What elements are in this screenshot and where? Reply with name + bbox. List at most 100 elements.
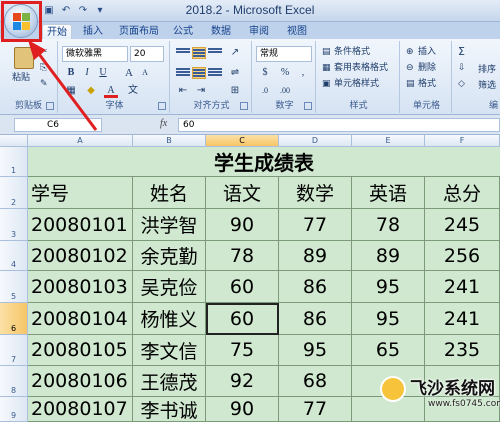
italic-button[interactable]: I [80,66,94,80]
data-cell[interactable]: 77 [279,209,352,241]
data-cell[interactable]: 余克勤 [133,241,206,271]
data-cell[interactable]: 20080105 [28,335,133,366]
header-cell[interactable]: 姓名 [133,177,206,209]
data-cell[interactable]: 245 [425,209,500,241]
currency-icon[interactable]: $ [258,66,272,80]
conditional-format-button[interactable]: 条件格式 [334,45,370,59]
align-top-icon[interactable] [176,47,190,59]
delete-cells-button[interactable]: 删除 [418,61,436,75]
data-cell[interactable]: 李文信 [133,335,206,366]
data-cell[interactable]: 86 [279,271,352,303]
data-cell[interactable]: 吴克俭 [133,271,206,303]
fill-color-icon[interactable]: ◆ [84,84,98,98]
header-cell[interactable]: 数学 [279,177,352,209]
row-header-selected[interactable]: 6 [0,303,28,335]
decrease-indent-icon[interactable]: ⇤ [176,84,190,98]
number-launcher-icon[interactable] [304,102,312,110]
format-cells-button[interactable]: 格式 [418,77,436,91]
header-cell[interactable]: 语文 [206,177,279,209]
data-cell[interactable]: 68 [279,366,352,397]
data-cell[interactable]: 20080104 [28,303,133,335]
shrink-font-button[interactable]: A [138,66,152,80]
bold-button[interactable]: B [64,66,78,80]
wrap-text-icon[interactable]: ⇌ [228,66,242,80]
row-header[interactable]: 5 [0,271,28,303]
data-cell[interactable]: 20080103 [28,271,133,303]
data-cell[interactable]: 洪学智 [133,209,206,241]
data-cell[interactable]: 241 [425,271,500,303]
select-all-corner[interactable] [0,135,28,147]
align-right-icon[interactable] [208,67,222,79]
grow-font-button[interactable]: A [122,66,136,80]
data-cell[interactable]: 95 [352,271,425,303]
header-cell[interactable]: 英语 [352,177,425,209]
column-header-f[interactable]: F [425,135,500,147]
data-cell[interactable]: 90 [206,397,279,422]
decrease-decimal-icon[interactable]: .00 [278,84,292,98]
paste-button[interactable]: 粘贴 [12,71,30,85]
data-cell[interactable]: 90 [206,209,279,241]
font-color-button[interactable]: A [104,84,118,98]
column-header-c[interactable]: C [206,135,279,147]
table-format-button[interactable]: 套用表格格式 [334,61,388,75]
tab-view[interactable]: 视图 [282,24,312,39]
cell-styles-button[interactable]: 单元格样式 [334,77,379,91]
underline-button[interactable]: U [96,66,110,80]
tab-review[interactable]: 审阅 [244,24,274,39]
align-bottom-icon[interactable] [208,47,222,59]
align-middle-icon[interactable] [192,47,206,59]
row-header[interactable]: 9 [0,397,28,422]
insert-function-button[interactable]: fx [160,118,167,129]
data-cell[interactable]: 65 [352,335,425,366]
align-left-icon[interactable] [176,67,190,79]
merge-center-icon[interactable]: ⊞ [228,84,242,98]
sort-button[interactable]: 排序 [478,63,496,77]
font-launcher-icon[interactable] [158,102,166,110]
tab-data[interactable]: 数据 [206,24,236,39]
cut-icon[interactable]: ✂ [40,45,48,59]
column-header-a[interactable]: A [28,135,133,147]
font-size-select[interactable]: 20 [130,46,164,62]
data-cell[interactable]: 235 [425,335,500,366]
active-cell[interactable]: 60 [206,303,279,335]
data-cell[interactable]: 256 [425,241,500,271]
data-cell[interactable]: 95 [352,303,425,335]
data-cell[interactable]: 20080102 [28,241,133,271]
data-cell[interactable]: 王德茂 [133,366,206,397]
increase-decimal-icon[interactable]: .0 [258,84,272,98]
row-header[interactable]: 4 [0,241,28,271]
align-center-icon[interactable] [192,67,206,79]
alignment-launcher-icon[interactable] [240,102,248,110]
column-header-d[interactable]: D [279,135,352,147]
sheet-title-cell[interactable]: 学生成绩表 [28,147,500,177]
formula-input[interactable]: 60 [178,118,500,132]
tab-formulas[interactable]: 公式 [168,24,198,39]
data-cell[interactable]: 78 [206,241,279,271]
data-cell[interactable]: 77 [279,397,352,422]
data-cell[interactable]: 75 [206,335,279,366]
data-cell[interactable]: 杨惟义 [133,303,206,335]
data-cell[interactable]: 92 [206,366,279,397]
row-header[interactable]: 2 [0,177,28,209]
copy-icon[interactable]: ⎘ [40,61,47,75]
data-cell[interactable]: 20080101 [28,209,133,241]
data-cell[interactable]: 86 [279,303,352,335]
phonetic-icon[interactable]: 文 [126,84,140,98]
data-cell[interactable]: 李书诚 [133,397,206,422]
data-cell[interactable]: 20080107 [28,397,133,422]
row-header[interactable]: 8 [0,366,28,397]
clear-icon[interactable]: ◇ [458,77,465,91]
name-box[interactable]: C6 [14,118,102,132]
autosum-button[interactable]: Σ [458,45,465,59]
row-header[interactable]: 1 [0,147,28,177]
percent-button[interactable]: % [278,66,292,80]
tab-page-layout[interactable]: 页面布局 [114,24,164,39]
paste-icon[interactable] [14,47,34,69]
fill-icon[interactable]: ⇩ [458,61,466,75]
format-painter-icon[interactable]: ✎ [40,77,48,91]
font-name-select[interactable]: 微软雅黑 [62,46,128,62]
data-cell[interactable]: 95 [279,335,352,366]
data-cell[interactable]: 78 [352,209,425,241]
column-header-b[interactable]: B [133,135,206,147]
column-header-e[interactable]: E [352,135,425,147]
